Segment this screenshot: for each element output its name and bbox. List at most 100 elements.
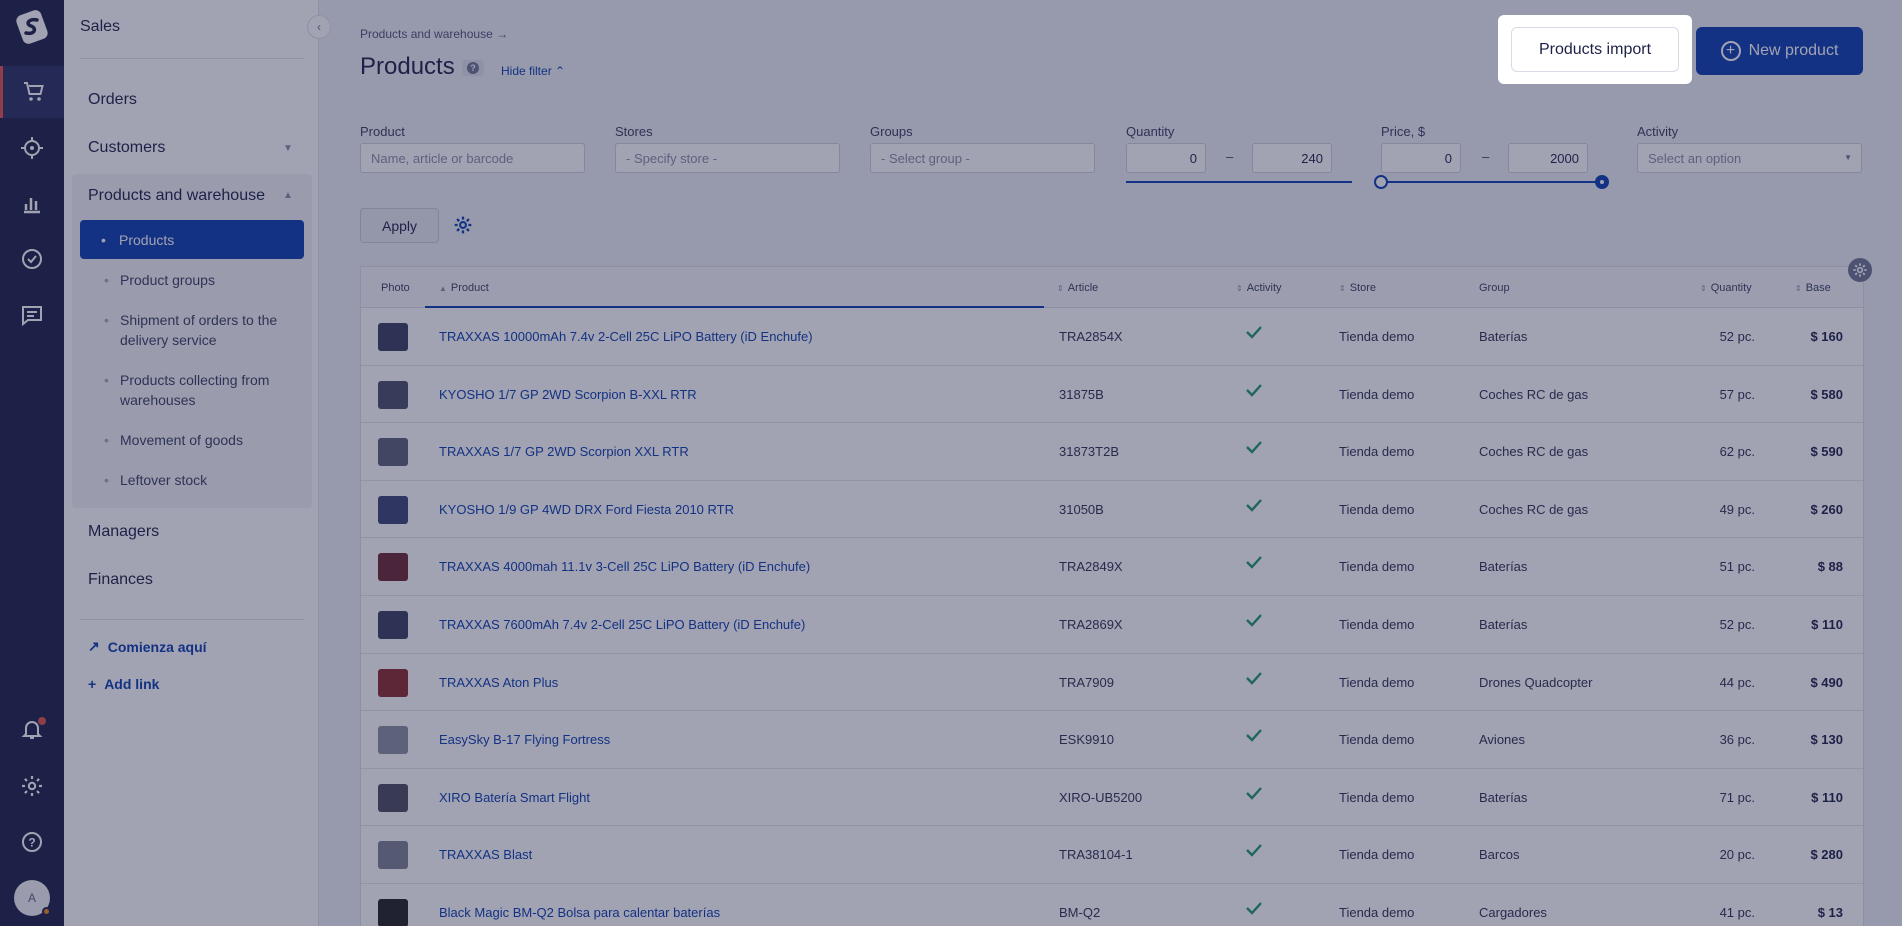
sidebar-subitem-shipment[interactable]: Shipment of orders to the delivery servi…	[104, 310, 300, 350]
hide-filter-toggle[interactable]: Hide filter ⌃	[501, 64, 565, 78]
sidebar-subitem-product-groups[interactable]: Product groups	[104, 270, 300, 290]
table-row[interactable]: KYOSHO 1/9 GP 4WD DRX Ford Fiesta 2010 R…	[361, 481, 1863, 539]
column-article[interactable]: ⇕ Article	[1057, 282, 1098, 294]
product-name-link[interactable]: TRAXXAS Blast	[439, 847, 532, 862]
sidebar-item-customers[interactable]: Customers	[88, 139, 165, 157]
tasks-icon[interactable]	[0, 233, 64, 285]
stores-select[interactable]: - Specify store -	[615, 143, 840, 173]
analytics-icon[interactable]	[0, 178, 64, 230]
table-row[interactable]: TRAXXAS Blast TRA38104-1 Tienda demo Bar…	[361, 826, 1863, 884]
table-row[interactable]: TRAXXAS Aton Plus TRA7909 Tienda demo Dr…	[361, 654, 1863, 712]
chat-icon[interactable]	[0, 289, 64, 341]
table-row[interactable]: TRAXXAS 10000mAh 7.4v 2-Cell 25C LiPO Ba…	[361, 308, 1863, 366]
product-group: Drones Quadcopter	[1479, 674, 1593, 690]
user-avatar[interactable]: A	[14, 880, 51, 916]
products-import-button[interactable]: Products import	[1511, 27, 1679, 72]
sidebar-item-finances[interactable]: Finances	[88, 571, 153, 589]
product-article: BM-Q2	[1059, 904, 1101, 920]
column-activity[interactable]: ⇕ Activity	[1236, 282, 1282, 294]
price-min-input[interactable]: 0	[1381, 143, 1461, 173]
table-row[interactable]: Black Magic BM-Q2 Bolsa para calentar ba…	[361, 884, 1863, 926]
product-photo[interactable]	[378, 438, 408, 467]
range-dash: –	[1482, 149, 1490, 164]
target-icon[interactable]	[0, 122, 64, 174]
product-photo[interactable]	[378, 841, 408, 870]
table-settings-gear-icon[interactable]	[1848, 258, 1872, 282]
filter-product-label: Product	[360, 124, 405, 139]
logo-icon[interactable]	[13, 8, 51, 46]
product-name-link[interactable]: TRAXXAS 7600mAh 7.4v 2-Cell 25C LiPO Bat…	[439, 617, 805, 632]
active-check-icon	[1245, 671, 1263, 688]
main-content: Products and warehouse → Products ? Hide…	[320, 0, 1902, 926]
table-row[interactable]: TRAXXAS 1/7 GP 2WD Scorpion XXL RTR 3187…	[361, 423, 1863, 481]
product-photo[interactable]	[378, 495, 408, 524]
table-row[interactable]: TRAXXAS 4000mah 11.1v 3-Cell 25C LiPO Ba…	[361, 538, 1863, 596]
app-rail: ? A	[0, 0, 64, 926]
help-circle-icon[interactable]: ?	[0, 816, 64, 868]
product-photo[interactable]	[378, 323, 408, 351]
column-quantity[interactable]: ⇕ Quantity	[1700, 282, 1752, 294]
product-quantity: 20 pc.	[1719, 847, 1755, 863]
product-quantity: 41 pc.	[1719, 904, 1755, 920]
product-photo[interactable]	[378, 898, 408, 926]
product-name-link[interactable]: EasySky B-17 Flying Fortress	[439, 732, 610, 747]
price-max-input[interactable]: 2000	[1508, 143, 1588, 173]
breadcrumb[interactable]: Products and warehouse →	[360, 27, 508, 41]
product-photo[interactable]	[378, 668, 408, 697]
sidebar-item-orders[interactable]: Orders	[88, 91, 137, 109]
column-product[interactable]: ▲ Product	[439, 282, 489, 294]
table-row[interactable]: TRAXXAS 7600mAh 7.4v 2-Cell 25C LiPO Bat…	[361, 596, 1863, 654]
product-name-link[interactable]: XIRO Batería Smart Flight	[439, 790, 590, 805]
sidebar-item-products-and-warehouse[interactable]: Products and warehouse	[88, 187, 265, 205]
add-link-button[interactable]: + Add link	[88, 676, 159, 692]
start-here-link[interactable]: ↗ Comienza aquí	[88, 638, 207, 655]
price-slider-min-handle[interactable]	[1374, 175, 1388, 189]
help-button[interactable]: ?	[462, 60, 484, 76]
product-photo[interactable]	[378, 783, 408, 812]
product-photo[interactable]	[378, 726, 408, 755]
product-photo[interactable]	[378, 610, 408, 639]
price-slider-max-handle[interactable]	[1595, 175, 1609, 189]
quantity-min-input[interactable]: 0	[1126, 143, 1206, 173]
sidebar-subitem-movement[interactable]: Movement of goods	[104, 430, 300, 450]
apply-button[interactable]: Apply	[360, 208, 439, 243]
sidebar-subitem-collecting[interactable]: Products collecting from warehouses	[104, 370, 300, 410]
notifications-bell-icon[interactable]	[0, 703, 64, 755]
product-name-link[interactable]: TRAXXAS 1/7 GP 2WD Scorpion XXL RTR	[439, 444, 689, 459]
chevron-up-icon[interactable]: ▲	[283, 190, 293, 201]
sales-icon[interactable]	[0, 66, 64, 118]
product-name-link[interactable]: KYOSHO 1/9 GP 4WD DRX Ford Fiesta 2010 R…	[439, 502, 734, 517]
product-name-link[interactable]: TRAXXAS 4000mah 11.1v 3-Cell 25C LiPO Ba…	[439, 559, 810, 574]
product-photo[interactable]	[378, 380, 408, 409]
sort-icon: ⇕	[1236, 283, 1243, 293]
column-base[interactable]: ⇕ Base	[1795, 282, 1831, 294]
product-search-input[interactable]: Name, article or barcode	[360, 143, 585, 173]
sidebar-subitem-products[interactable]: Products	[80, 220, 304, 259]
quantity-range-slider[interactable]	[1126, 181, 1352, 183]
active-check-icon	[1245, 901, 1263, 918]
table-row[interactable]: XIRO Batería Smart Flight XIRO-UB5200 Ti…	[361, 769, 1863, 827]
column-store[interactable]: ⇕ Store	[1339, 282, 1376, 294]
product-store: Tienda demo	[1339, 789, 1415, 805]
product-article: 31873T2B	[1059, 444, 1119, 460]
product-name-link[interactable]: Black Magic BM-Q2 Bolsa para calentar ba…	[439, 905, 720, 920]
active-check-icon	[1245, 498, 1263, 515]
product-name-link[interactable]: TRAXXAS Aton Plus	[439, 675, 558, 690]
product-photo[interactable]	[378, 553, 408, 582]
activity-select[interactable]: Select an option ▼	[1637, 143, 1862, 173]
filter-settings-gear-icon[interactable]	[453, 215, 473, 235]
chevron-down-icon[interactable]: ▼	[283, 143, 293, 154]
groups-select[interactable]: - Select group -	[870, 143, 1095, 173]
new-product-button[interactable]: + New product	[1696, 27, 1863, 75]
price-range-slider[interactable]	[1381, 181, 1604, 183]
table-row[interactable]: KYOSHO 1/7 GP 2WD Scorpion B-XXL RTR 318…	[361, 366, 1863, 424]
table-row[interactable]: EasySky B-17 Flying Fortress ESK9910 Tie…	[361, 711, 1863, 769]
product-name-link[interactable]: KYOSHO 1/7 GP 2WD Scorpion B-XXL RTR	[439, 387, 697, 402]
product-article: ESK9910	[1059, 732, 1114, 748]
quantity-max-input[interactable]: 240	[1252, 143, 1332, 173]
sidebar-item-managers[interactable]: Managers	[88, 523, 159, 541]
product-quantity: 57 pc.	[1719, 386, 1755, 402]
sidebar-subitem-leftover[interactable]: Leftover stock	[104, 470, 300, 490]
product-name-link[interactable]: TRAXXAS 10000mAh 7.4v 2-Cell 25C LiPO Ba…	[439, 329, 813, 344]
settings-gear-icon[interactable]	[0, 760, 64, 812]
